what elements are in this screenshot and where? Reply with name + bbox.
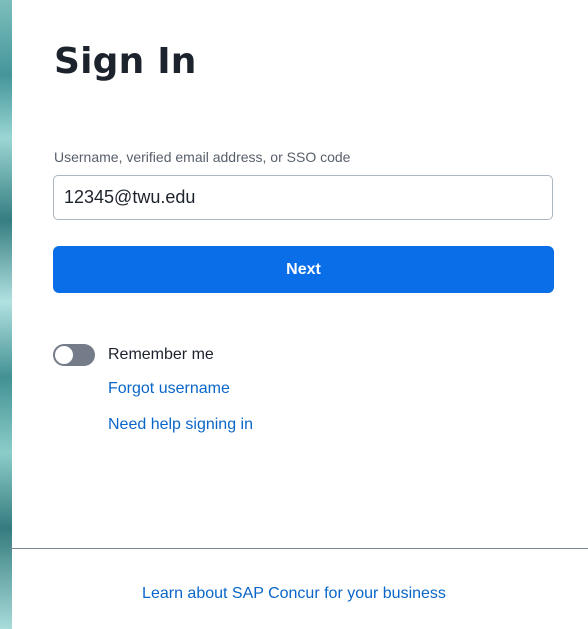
page-title: Sign In	[54, 41, 197, 82]
remember-me-toggle[interactable]	[53, 344, 95, 366]
forgot-username-link[interactable]: Forgot username	[108, 380, 230, 398]
background-edge	[0, 0, 12, 629]
toggle-switch-icon	[55, 346, 73, 364]
need-help-link[interactable]: Need help signing in	[108, 416, 253, 434]
learn-about-sap-concur-link[interactable]: Learn about SAP Concur for your business	[0, 585, 588, 603]
footer-divider	[10, 548, 588, 549]
remember-me-label: Remember me	[108, 346, 214, 363]
username-input[interactable]	[53, 175, 553, 220]
next-button[interactable]: Next	[53, 246, 554, 293]
username-field-label: Username, verified email address, or SSO…	[54, 149, 351, 165]
